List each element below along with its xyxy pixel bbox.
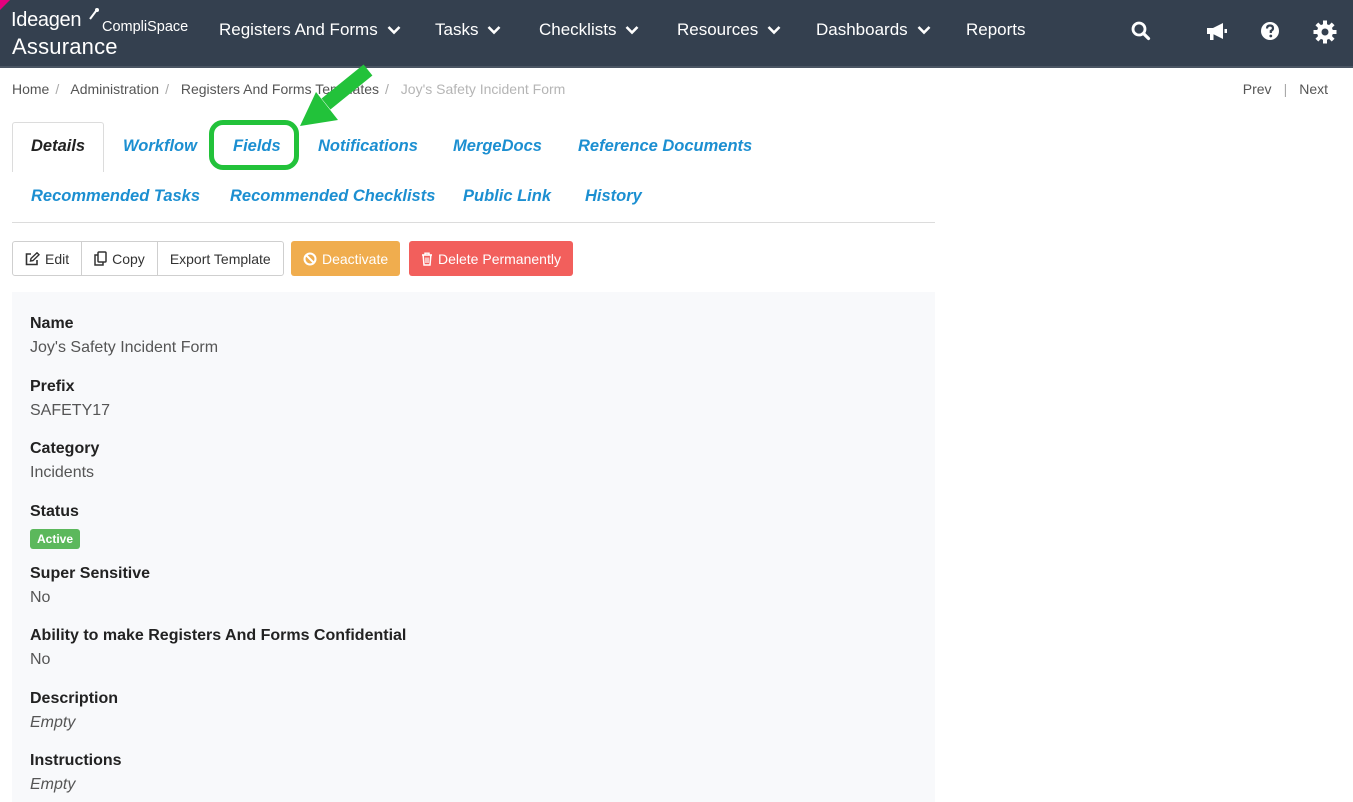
nav-tasks[interactable]: Tasks (435, 20, 501, 40)
tab-reference-documents[interactable]: Reference Documents (578, 137, 752, 156)
tabs-divider (12, 222, 935, 223)
nav-label: Registers And Forms (219, 20, 378, 39)
detail-name: Name Joy's Safety Incident Form (30, 315, 218, 357)
ban-icon (303, 252, 317, 265)
pager-separator: | (1283, 81, 1288, 97)
delete-label: Delete Permanently (438, 250, 561, 267)
field-label: Category (30, 440, 100, 457)
template-actions-group: Edit Copy Export Template (12, 241, 284, 276)
status-badge: Active (30, 529, 81, 549)
copy-label: Copy (112, 250, 145, 267)
logo-subproduct: Assurance (12, 34, 118, 59)
next-link[interactable]: Next (1299, 81, 1328, 97)
field-label: Description (30, 690, 119, 707)
field-label: Ability to make Registers And Forms Conf… (30, 627, 407, 644)
help-icon[interactable] (1260, 20, 1282, 42)
prev-link[interactable]: Prev (1243, 81, 1272, 97)
field-label: Status (30, 503, 79, 520)
environment-flag (0, 0, 10, 10)
detail-status: Status Active (30, 503, 81, 549)
detail-prefix: Prefix SAFETY17 (30, 378, 110, 420)
tab-recommended-tasks[interactable]: Recommended Tasks (31, 187, 200, 206)
field-label: Super Sensitive (30, 565, 151, 582)
chevron-down-icon (387, 26, 401, 35)
breadcrumb-separator: / (165, 81, 169, 97)
breadcrumb-separator: / (55, 81, 60, 97)
pointer-arrow-icon (300, 64, 373, 126)
export-template-button[interactable]: Export Template (158, 242, 283, 275)
delete-permanently-button[interactable]: Delete Permanently (409, 241, 573, 276)
field-value: Joy's Safety Incident Form (30, 339, 219, 356)
field-value: No (30, 589, 51, 606)
edit-button[interactable]: Edit (13, 242, 83, 275)
field-value: SAFETY17 (30, 402, 111, 419)
chevron-down-icon (767, 26, 781, 35)
top-navbar: Ideagen CompliSpace Assurance Registers … (0, 0, 1353, 68)
fields-tab-highlight (209, 120, 299, 170)
field-label: Name (30, 315, 74, 332)
tab-history[interactable]: History (585, 187, 642, 206)
nav-label: Dashboards (816, 20, 908, 39)
chevron-down-icon (626, 26, 639, 35)
tab-mergedocs[interactable]: MergeDocs (453, 137, 542, 156)
breadcrumb-home[interactable]: Home (12, 81, 49, 97)
field-label: Instructions (30, 752, 122, 769)
details-panel (12, 292, 935, 802)
logo-mark-icon (89, 8, 99, 20)
nav-label: Resources (677, 20, 759, 39)
nav-label: Reports (966, 20, 1026, 39)
megaphone-icon[interactable] (1205, 20, 1229, 42)
nav-label: Tasks (435, 20, 479, 39)
tab-details[interactable]: Details (12, 122, 105, 172)
tab-notifications[interactable]: Notifications (318, 137, 418, 156)
edit-label: Edit (45, 250, 70, 267)
gear-icon[interactable] (1313, 20, 1337, 44)
breadcrumb-current: Joy's Safety Incident Form (400, 81, 566, 97)
field-label: Prefix (30, 378, 75, 395)
export-label: Export Template (169, 250, 271, 267)
nav-resources[interactable]: Resources (677, 20, 781, 40)
copy-icon (94, 251, 107, 266)
trash-icon (422, 252, 432, 266)
breadcrumb-separator: / (385, 81, 389, 97)
breadcrumb: Home / Administration / Registers And Form… (12, 81, 565, 97)
nav-label: Checklists (539, 20, 617, 39)
nav-checklists[interactable]: Checklists (539, 20, 639, 40)
detail-super-sensitive: Super Sensitive No (30, 565, 150, 607)
edit-icon (25, 251, 40, 265)
field-value: Empty (30, 714, 76, 731)
record-pager: Prev | Next (1243, 81, 1328, 97)
field-value: Incidents (30, 464, 95, 481)
nav-dashboards[interactable]: Dashboards (816, 20, 931, 40)
detail-description: Description Empty (30, 690, 118, 732)
nav-reports[interactable]: Reports (966, 20, 1026, 40)
tab-public-link[interactable]: Public Link (463, 187, 551, 206)
logo-product: CompliSpace (102, 19, 189, 35)
nav-registers-and-forms[interactable]: Registers And Forms (219, 20, 401, 40)
chevron-down-icon (488, 26, 501, 35)
breadcrumb-administration[interactable]: Administration (70, 81, 159, 97)
field-value: Empty (30, 776, 76, 793)
detail-confidential: Ability to make Registers And Forms Conf… (30, 627, 406, 669)
logo-brand: Ideagen (11, 9, 82, 31)
deactivate-label: Deactivate (322, 250, 389, 267)
detail-instructions: Instructions Empty (30, 752, 122, 794)
tab-recommended-checklists[interactable]: Recommended Checklists (230, 187, 435, 206)
deactivate-button[interactable]: Deactivate (291, 241, 401, 276)
search-icon[interactable] (1131, 20, 1151, 42)
detail-category: Category Incidents (30, 440, 99, 482)
copy-button[interactable]: Copy (82, 242, 158, 275)
field-value: No (30, 651, 51, 668)
tab-workflow[interactable]: Workflow (123, 137, 197, 156)
chevron-down-icon (917, 26, 931, 35)
